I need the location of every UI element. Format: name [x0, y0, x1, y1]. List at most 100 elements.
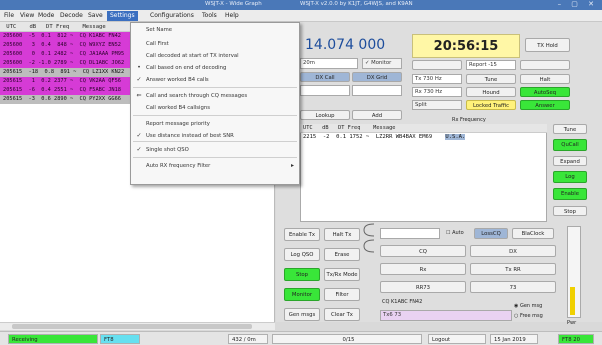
- ft8-badge: FT8 20: [558, 334, 594, 344]
- power-level-fill: [570, 287, 575, 315]
- menu-item-label: Call and search through CQ messages: [146, 93, 248, 99]
- settings-menu-item[interactable]: ✓ Single shot QSO: [131, 145, 299, 155]
- gen-msgs-button[interactable]: Gen msgs: [284, 308, 320, 321]
- receiving-status: Receiving: [8, 334, 98, 344]
- autoseq-green-button[interactable]: AutoSeq: [520, 87, 570, 97]
- side-tune-button[interactable]: Tune: [553, 124, 587, 134]
- hound-button[interactable]: Hound: [466, 87, 516, 97]
- title-right: WSJT-X v2.0.0 by K1JT, G4WJS, and K9AN: [300, 1, 413, 7]
- locked-traffic-button[interactable]: Locked Traffic: [466, 100, 516, 110]
- menu-configurations[interactable]: Configurations: [150, 12, 194, 19]
- settings-menu-item[interactable]: Set Name: [131, 25, 299, 35]
- loss-cq-button[interactable]: LossCQ: [474, 228, 508, 239]
- log-qso-button[interactable]: Log QSO: [284, 248, 320, 261]
- settings-menu-item[interactable]: Auto RX frequency Filter ▸: [131, 161, 299, 171]
- monitor-check[interactable]: ✓ Monitor: [362, 58, 402, 69]
- mode-status: FT8: [100, 334, 140, 344]
- date-status: 15 Jan 2019: [490, 334, 538, 344]
- auto-check[interactable]: ☐ Auto: [446, 230, 464, 236]
- tx-dx-button[interactable]: DX: [470, 245, 556, 257]
- tx-73-button[interactable]: 73: [470, 281, 556, 293]
- menu-item-check-icon: ✓: [136, 132, 142, 139]
- rx-decode-text: 2215 -2 0.1 1752 ~ LZ2RR WB4BAX EM69: [303, 134, 433, 140]
- dx-call-field[interactable]: [300, 85, 350, 96]
- settings-menu-item[interactable]: Call decoded at start of TX interval: [131, 51, 299, 61]
- enable-tx-button[interactable]: Enable Tx: [284, 228, 320, 241]
- monitor-button[interactable]: Monitor: [284, 288, 320, 301]
- menu-settings[interactable]: Settings: [107, 11, 138, 21]
- tx-cq-button[interactable]: CQ: [380, 245, 466, 257]
- settings-menu-item[interactable]: Report message priority: [131, 119, 299, 129]
- free-msg-radio[interactable]: ○ Free msg: [514, 313, 543, 319]
- menu-item-check-icon: ✓: [136, 76, 142, 83]
- next-message-select[interactable]: Tx6 73: [380, 310, 512, 321]
- ratio-status: 0/15: [272, 334, 422, 344]
- tx-freq-spinner[interactable]: Tx 730 Hz: [412, 74, 462, 84]
- free-text-label: CQ K1ABC FN42: [382, 299, 423, 305]
- menu-item-label: Call decoded at start of TX interval: [146, 53, 239, 59]
- title-bar: WSJT-X - Wide Graph WSJT-X v2.0.0 by K1J…: [0, 0, 602, 10]
- side-expand-button[interactable]: Expand: [553, 156, 587, 166]
- settings-menu-item[interactable]: ⇐ Call and search through CQ messages: [131, 91, 299, 101]
- side-enable-button[interactable]: Enable: [553, 188, 587, 200]
- band-select[interactable]: 20m: [300, 58, 358, 69]
- answer-button[interactable]: Answer: [520, 100, 570, 110]
- menu-file[interactable]: File: [4, 12, 14, 19]
- settings-menu-item[interactable]: Call First: [131, 39, 299, 49]
- power-level-meter[interactable]: [567, 226, 581, 318]
- spot-button[interactable]: [412, 60, 462, 70]
- gen-msg-radio-label: Gen msg: [519, 303, 543, 309]
- settings-menu-item[interactable]: ✓ Answer worked B4 calls: [131, 75, 299, 85]
- menu-mode[interactable]: Mode: [38, 12, 54, 19]
- halt-button[interactable]: Halt: [520, 74, 570, 84]
- clear-tx-button[interactable]: Clear Tx: [324, 308, 360, 321]
- split-check[interactable]: Split: [412, 100, 462, 110]
- autoseq-button[interactable]: [520, 60, 570, 70]
- utc-clock: 20:56:15: [412, 34, 520, 58]
- monitor-check-label: Monitor: [371, 60, 392, 66]
- blank-clock-button[interactable]: BlaClock: [512, 228, 554, 239]
- menu-item-label: Use distance instead of best SNR: [146, 133, 234, 139]
- side-stop-button[interactable]: Stop: [553, 206, 587, 216]
- dx-grid-field[interactable]: [352, 85, 402, 96]
- tx-message-field[interactable]: [380, 228, 440, 239]
- tune-button-top[interactable]: Tune: [466, 74, 516, 84]
- menu-tools[interactable]: Tools: [202, 12, 217, 19]
- filter-button[interactable]: Filter: [324, 288, 360, 301]
- menu-item-check-icon: ⇐: [136, 92, 142, 99]
- menu-item-label: Single shot QSO: [146, 147, 189, 153]
- settings-menu-item[interactable]: ✓ Use distance instead of best SNR: [131, 131, 299, 141]
- settings-menu-item[interactable]: Call worked B4 callsigns: [131, 103, 299, 113]
- dx-grid-button[interactable]: DX Grid: [352, 72, 402, 82]
- side-log-button[interactable]: Log: [553, 171, 587, 183]
- submenu-arrow-icon: ▸: [290, 162, 294, 169]
- add-button[interactable]: Add: [352, 110, 402, 120]
- tx-hold-button[interactable]: TX Hold: [525, 38, 570, 52]
- menu-help[interactable]: Help: [225, 12, 239, 19]
- rx-country: U.S.A.: [445, 134, 466, 140]
- tx-rx-mode-button[interactable]: Tx/Rx Mode: [324, 268, 360, 281]
- halt-tx-button[interactable]: Halt Tx: [324, 228, 360, 241]
- last-tx-status: 432 / 0m: [228, 334, 268, 344]
- menu-view[interactable]: View: [20, 12, 34, 19]
- menu-bar: File View Mode Decode Save Settings Conf…: [0, 10, 602, 22]
- settings-menu-item[interactable]: • Call based on end of decoding: [131, 63, 299, 73]
- stop-button[interactable]: Stop: [284, 268, 320, 281]
- menu-save[interactable]: Save: [88, 12, 103, 19]
- window-controls[interactable]: – ▢ ✕: [558, 0, 598, 8]
- rx-decode-row: 2215 -2 0.1 1752 ~ LZ2RR WB4BAX EM69 U.S…: [303, 134, 466, 140]
- side-qucall-button[interactable]: QuCall: [553, 139, 587, 151]
- menu-decode[interactable]: Decode: [60, 12, 83, 19]
- dx-call-button[interactable]: DX Call: [300, 72, 350, 82]
- tx-rr73-button[interactable]: RR73: [380, 281, 466, 293]
- lookup-button[interactable]: Lookup: [300, 110, 350, 120]
- report-spinner[interactable]: Report -15: [466, 60, 516, 70]
- rx-freq-spinner[interactable]: Rx 730 Hz: [412, 87, 462, 97]
- gen-msg-radio[interactable]: ◉ Gen msg: [514, 303, 542, 309]
- erase-button[interactable]: Erase: [324, 248, 360, 261]
- horizontal-scrollbar[interactable]: [0, 322, 275, 330]
- tx-selector-brace-icon: [363, 223, 375, 253]
- tx-rr-button[interactable]: Tx RR: [470, 263, 556, 275]
- tx-rx-button[interactable]: Rx: [380, 263, 466, 275]
- scroll-thumb[interactable]: [12, 324, 252, 329]
